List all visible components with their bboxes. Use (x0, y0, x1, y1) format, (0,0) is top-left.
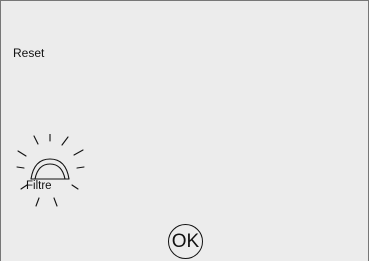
reset-label: Reset (13, 46, 45, 60)
ok-button[interactable]: OK (168, 224, 203, 259)
filter-icon (11, 134, 91, 208)
filter-label: Filtre (26, 180, 52, 192)
appliance-display: Reset Filtre OK (0, 0, 369, 261)
